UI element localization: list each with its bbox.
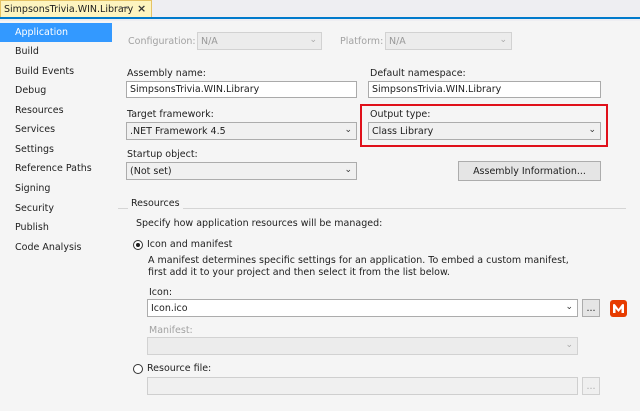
- monogame-icon-glyph: [613, 304, 624, 313]
- configuration-select[interactable]: N/A ⌄: [197, 32, 322, 50]
- output-type-label: Output type:: [370, 109, 431, 120]
- manifest-label: Manifest:: [149, 325, 193, 336]
- target-framework-value: .NET Framework 4.5: [130, 125, 226, 137]
- chevron-down-icon: ⌄: [565, 302, 573, 312]
- document-tab-title: SimpsonsTrivia.WIN.Library: [4, 3, 134, 15]
- resources-group-border: [118, 208, 626, 209]
- chevron-down-icon: ⌄: [344, 125, 352, 135]
- chevron-down-icon: ⌄: [344, 165, 352, 175]
- output-type-select[interactable]: Class Library ⌄: [368, 122, 601, 140]
- document-tabstrip: SimpsonsTrivia.WIN.Library ⊸ ×: [0, 0, 640, 19]
- target-framework-label: Target framework:: [127, 109, 214, 120]
- chevron-down-icon: ⌄: [499, 35, 507, 45]
- properties-nav: Application Build Build Events Debug Res…: [0, 21, 114, 411]
- nav-item-services[interactable]: Services: [0, 120, 114, 139]
- assembly-name-label: Assembly name:: [127, 68, 206, 79]
- startup-object-label: Startup object:: [127, 149, 198, 160]
- nav-item-settings[interactable]: Settings: [0, 140, 114, 159]
- icon-select[interactable]: Icon.ico ⌄: [147, 299, 578, 317]
- resource-file-input[interactable]: [147, 377, 578, 395]
- assembly-information-button[interactable]: Assembly Information...: [458, 161, 601, 181]
- monogame-icon: [610, 300, 627, 317]
- nav-item-signing[interactable]: Signing: [0, 179, 114, 198]
- chevron-down-icon: ⌄: [309, 35, 317, 45]
- startup-object-value: (Not set): [130, 165, 172, 177]
- chevron-down-icon: ⌄: [565, 340, 573, 350]
- nav-item-code-analysis[interactable]: Code Analysis: [0, 238, 114, 257]
- resource-file-label[interactable]: Resource file:: [147, 363, 211, 374]
- resources-group-label: Resources: [128, 198, 183, 209]
- document-tab[interactable]: SimpsonsTrivia.WIN.Library ⊸ ×: [0, 0, 152, 17]
- target-framework-select[interactable]: .NET Framework 4.5 ⌄: [126, 122, 357, 140]
- platform-value: N/A: [389, 35, 406, 47]
- nav-item-build-events[interactable]: Build Events: [0, 62, 114, 81]
- icon-manifest-label[interactable]: Icon and manifest: [147, 239, 232, 250]
- nav-item-resources[interactable]: Resources: [0, 101, 114, 120]
- platform-label: Platform:: [340, 36, 384, 47]
- configuration-label: Configuration:: [128, 36, 196, 47]
- resources-intro: Specify how application resources will b…: [136, 218, 383, 229]
- default-namespace-input[interactable]: SimpsonsTrivia.WIN.Library: [368, 81, 601, 98]
- nav-item-build[interactable]: Build: [0, 42, 114, 61]
- icon-value: Icon.ico: [151, 302, 188, 314]
- nav-item-debug[interactable]: Debug: [0, 81, 114, 100]
- startup-object-select[interactable]: (Not set) ⌄: [126, 162, 357, 180]
- configuration-value: N/A: [201, 35, 218, 47]
- manifest-description: A manifest determines specific settings …: [148, 255, 569, 278]
- icon-browse-button[interactable]: ...: [582, 299, 600, 317]
- icon-manifest-radio[interactable]: [133, 240, 143, 250]
- default-namespace-label: Default namespace:: [370, 68, 466, 79]
- output-type-value: Class Library: [372, 125, 434, 137]
- nav-item-reference-paths[interactable]: Reference Paths: [0, 159, 114, 178]
- close-icon[interactable]: ×: [137, 2, 146, 15]
- nav-item-security[interactable]: Security: [0, 199, 114, 218]
- nav-item-application[interactable]: Application: [0, 23, 112, 42]
- assembly-name-input[interactable]: SimpsonsTrivia.WIN.Library: [126, 81, 357, 98]
- application-page: Configuration: N/A ⌄ Platform: N/A ⌄ Ass…: [114, 21, 640, 411]
- pin-icon[interactable]: ⊸: [122, 3, 129, 12]
- resource-file-radio[interactable]: [133, 364, 143, 374]
- resource-file-browse-button[interactable]: ...: [582, 377, 600, 395]
- platform-select[interactable]: N/A ⌄: [385, 32, 512, 50]
- nav-item-publish[interactable]: Publish: [0, 218, 114, 237]
- chevron-down-icon: ⌄: [588, 125, 596, 135]
- manifest-select[interactable]: ⌄: [147, 337, 578, 355]
- icon-label: Icon:: [149, 287, 173, 298]
